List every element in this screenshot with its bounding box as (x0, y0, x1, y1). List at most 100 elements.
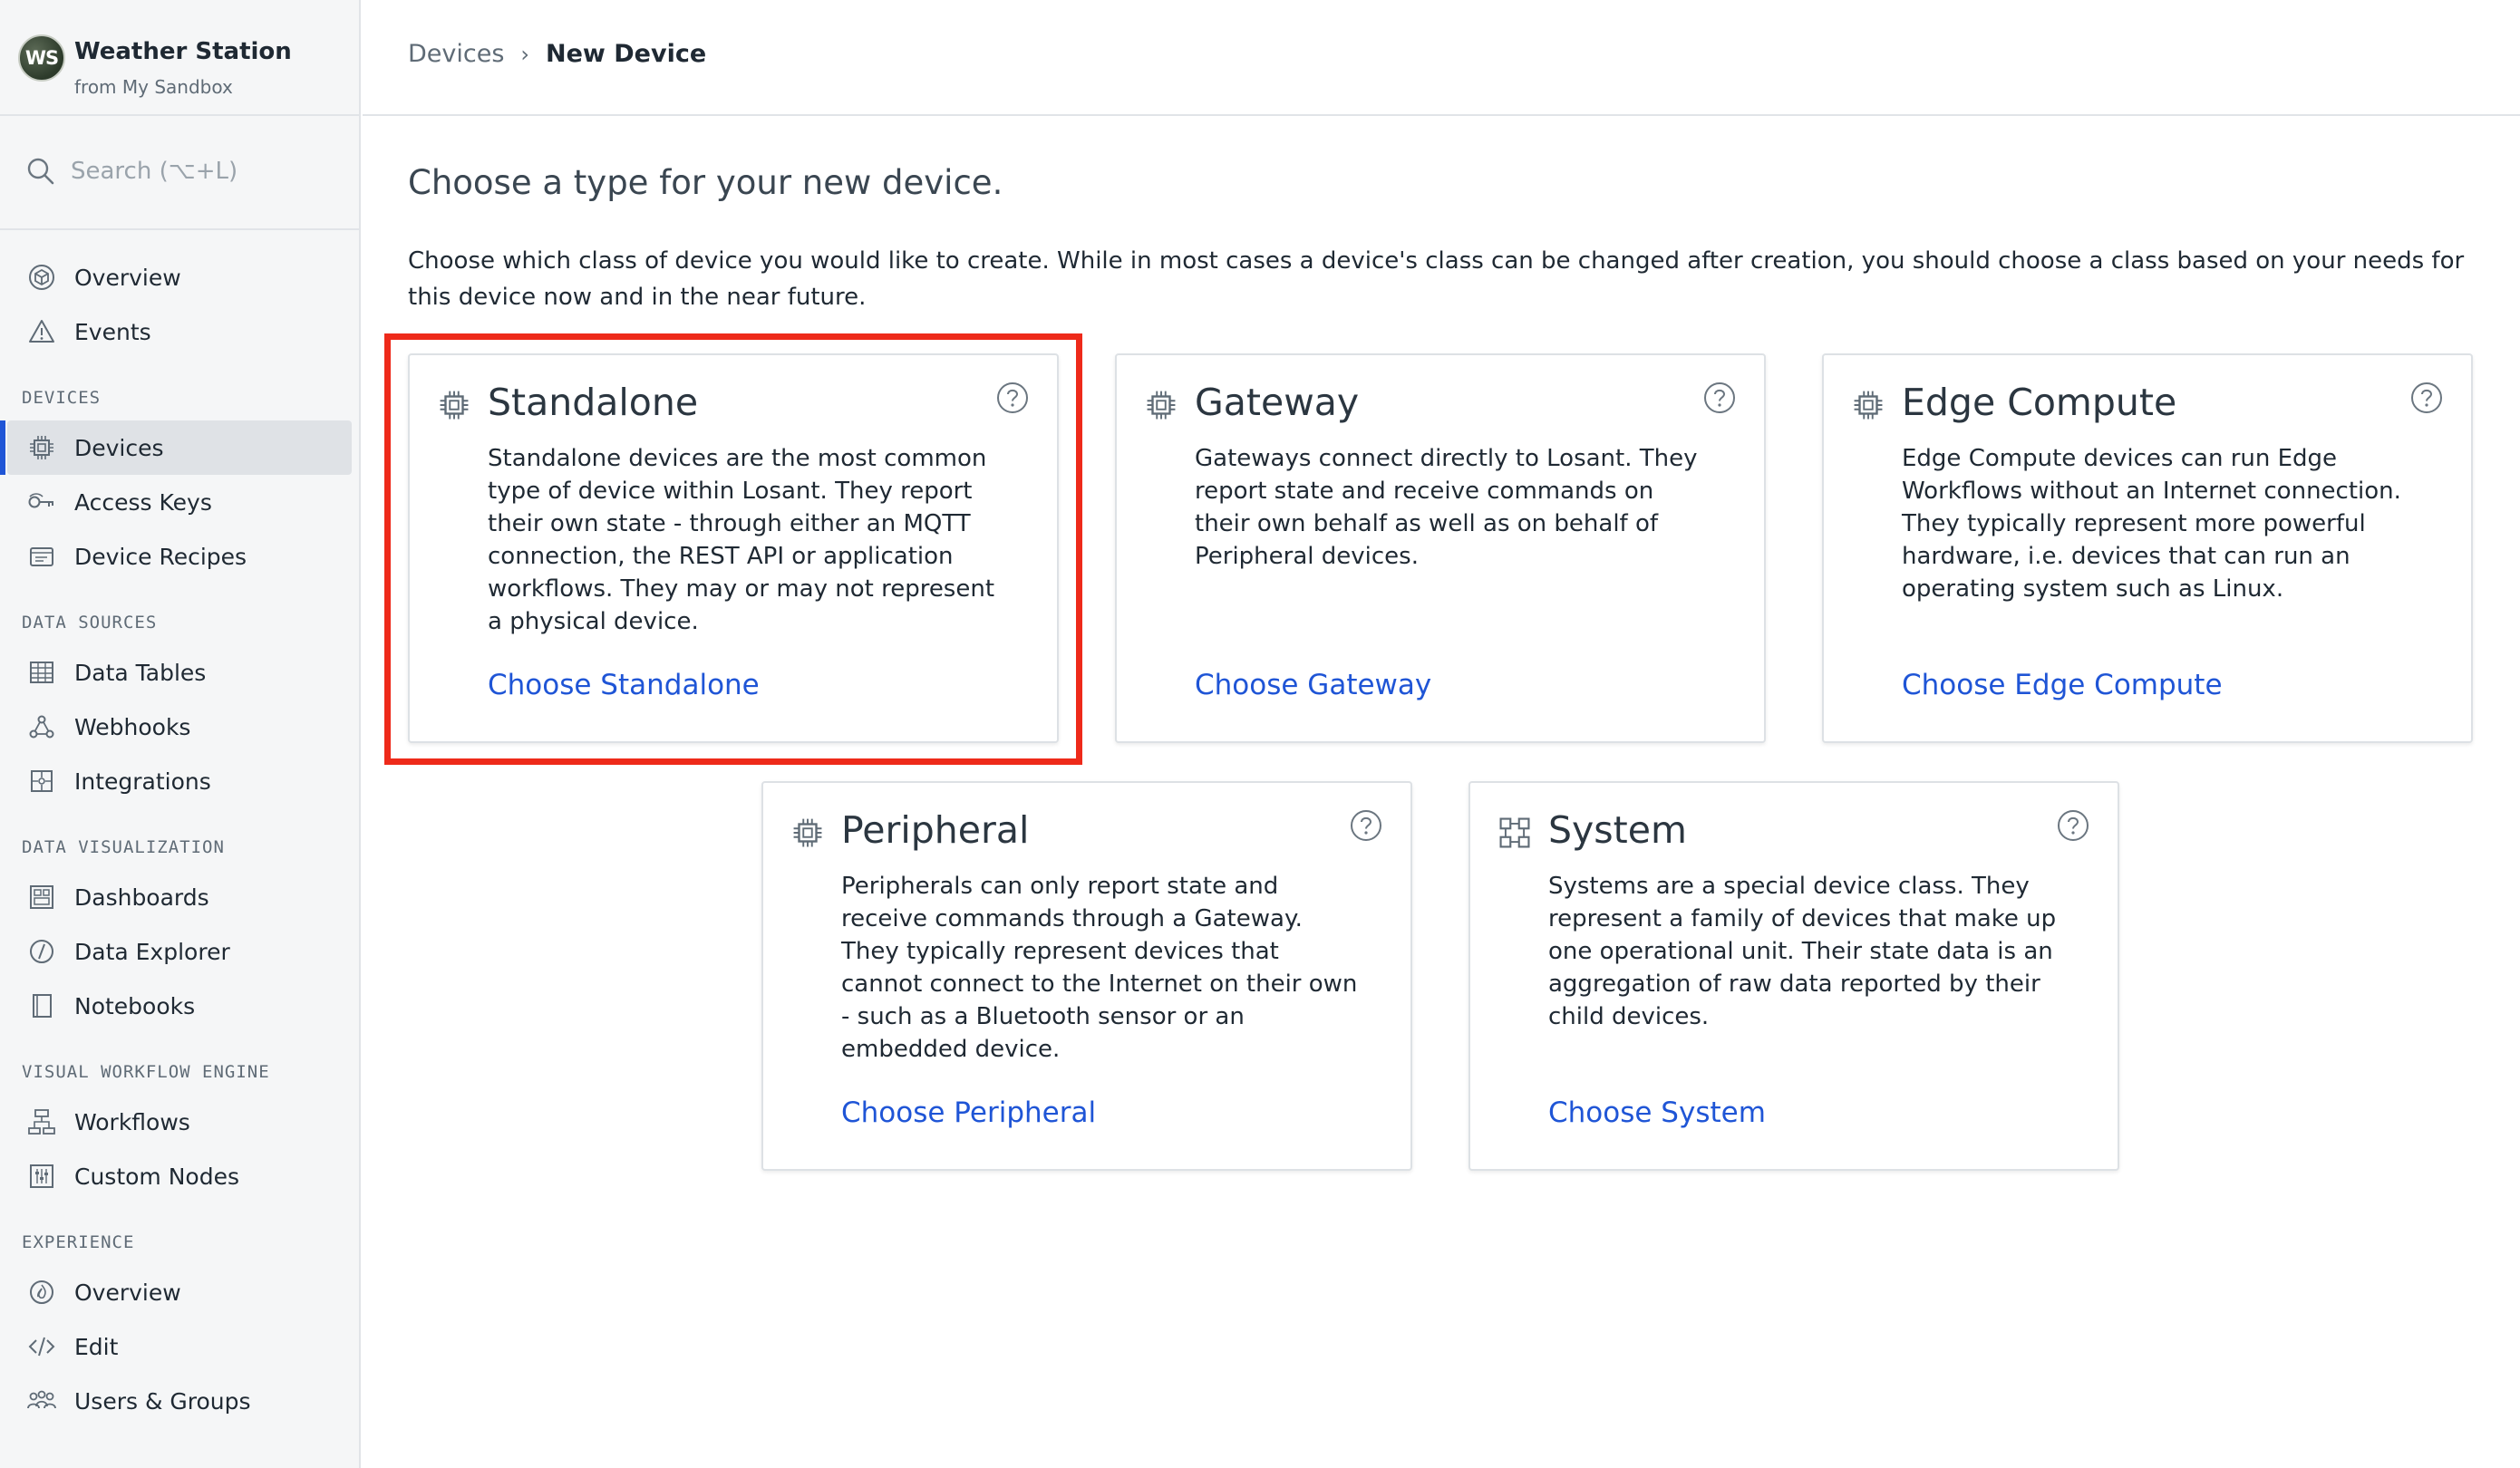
sidebar-item-experience-overview[interactable]: Overview (7, 1265, 352, 1319)
sidebar-item-label: Dashboards (74, 884, 209, 911)
top-bar: Devices › New Device (363, 0, 2520, 116)
sidebar-item-label: Users & Groups (74, 1387, 251, 1415)
choose-standalone-link[interactable]: Choose Standalone (488, 669, 760, 701)
nav-section-devices: DEVICES (22, 388, 102, 408)
sidebar-item-label: Overview (74, 1279, 181, 1306)
sidebar-item-devices[interactable]: Devices (0, 420, 352, 475)
chip-icon (790, 816, 825, 854)
card-title: System (1548, 808, 1687, 852)
breadcrumb-devices-link[interactable]: Devices (408, 40, 504, 68)
sidebar-item-label: Notebooks (74, 992, 196, 1019)
dashboard-icon (25, 881, 58, 913)
sidebar-item-dashboards[interactable]: Dashboards (7, 870, 352, 924)
page-title: Choose a type for your new device. (408, 163, 1003, 202)
sidebar-item-events[interactable]: Events (7, 304, 352, 359)
app-title[interactable]: Weather Station (74, 38, 292, 65)
app-subtitle: from My Sandbox (74, 76, 233, 98)
device-type-card-peripheral[interactable]: Peripheral Peripherals can only report s… (761, 781, 1412, 1171)
sidebar-item-data-tables[interactable]: Data Tables (7, 645, 352, 700)
device-type-card-standalone[interactable]: Standalone Standalone devices are the mo… (408, 353, 1059, 743)
nav-section-experience: EXPERIENCE (22, 1232, 135, 1252)
sidebar-item-label: Edit (74, 1333, 119, 1360)
compass-icon (25, 935, 58, 968)
sidebar-item-label: Data Tables (74, 659, 207, 686)
key-icon (25, 486, 58, 518)
help-icon[interactable] (1702, 381, 1737, 419)
recipe-icon (25, 540, 58, 573)
breadcrumb-current: New Device (546, 40, 707, 68)
sidebar-item-label: Access Keys (74, 488, 212, 516)
sidebar-item-label: Workflows (74, 1108, 190, 1135)
breadcrumb: Devices › New Device (408, 40, 706, 68)
card-description: Standalone devices are the most common t… (488, 445, 995, 635)
card-description: Gateways connect directly to Losant. The… (1195, 445, 1698, 570)
sidebar-item-users-groups[interactable]: Users & Groups (7, 1374, 352, 1428)
code-icon (25, 1330, 58, 1363)
app-header[interactable]: WS Weather Station from My Sandbox (0, 0, 359, 116)
table-icon (25, 656, 58, 689)
device-type-card-gateway[interactable]: Gateway Gateways connect directly to Los… (1115, 353, 1766, 743)
puzzle-icon (25, 765, 58, 797)
help-icon[interactable] (2056, 808, 2090, 846)
chip-icon (1144, 388, 1178, 426)
search-input[interactable]: Search (⌥+L) (71, 158, 237, 185)
card-title: Edge Compute (1902, 381, 2177, 424)
sidebar-item-custom-nodes[interactable]: Custom Nodes (7, 1149, 352, 1203)
flame-icon (25, 1276, 58, 1309)
card-title: Peripheral (841, 808, 1030, 852)
sidebar: WS Weather Station from My Sandbox Searc… (0, 0, 361, 1468)
choose-system-link[interactable]: Choose System (1548, 1096, 1766, 1129)
users-icon (25, 1385, 58, 1417)
search-bar[interactable]: Search (⌥+L) (0, 116, 359, 230)
app-avatar[interactable]: WS (18, 34, 65, 82)
nav-section-data-visualization: DATA VISUALIZATION (22, 837, 225, 857)
webhook-icon (25, 710, 58, 743)
sliders-icon (25, 1160, 58, 1193)
workflow-icon (25, 1106, 58, 1138)
device-type-card-edge-compute[interactable]: Edge Compute Edge Compute devices can ru… (1822, 353, 2473, 743)
card-description: Edge Compute devices can run Edge Workfl… (1902, 445, 2401, 603)
nav-section-visual-workflow-engine: VISUAL WORKFLOW ENGINE (22, 1062, 270, 1082)
main-content: Choose a type for your new device. Choos… (363, 118, 2520, 1468)
card-title: Gateway (1195, 381, 1360, 424)
warning-icon (25, 315, 58, 348)
card-description: Systems are a special device class. They… (1548, 873, 2057, 1030)
chip-icon (1851, 388, 1885, 426)
sidebar-item-access-keys[interactable]: Access Keys (7, 475, 352, 529)
sidebar-item-label: Overview (74, 264, 181, 291)
sidebar-item-data-explorer[interactable]: Data Explorer (7, 924, 352, 979)
help-icon[interactable] (995, 381, 1030, 419)
cube-icon (25, 261, 58, 294)
search-icon (25, 156, 56, 190)
sidebar-item-device-recipes[interactable]: Device Recipes (7, 529, 352, 584)
sidebar-item-overview[interactable]: Overview (7, 250, 352, 304)
sidebar-item-label: Devices (74, 434, 164, 461)
sidebar-nav: Overview Events DEVICES Devices Access K… (0, 230, 359, 1428)
sidebar-item-workflows[interactable]: Workflows (7, 1095, 352, 1149)
card-description: Peripherals can only report state and re… (841, 873, 1358, 1063)
sidebar-item-label: Device Recipes (74, 543, 247, 570)
help-icon[interactable] (2409, 381, 2444, 419)
chip-icon (437, 388, 471, 426)
sidebar-item-integrations[interactable]: Integrations (7, 754, 352, 808)
choose-edge-compute-link[interactable]: Choose Edge Compute (1902, 669, 2223, 701)
sidebar-item-edit[interactable]: Edit (7, 1319, 352, 1374)
help-icon[interactable] (1349, 808, 1383, 846)
page-description: Choose which class of device you would l… (408, 247, 2465, 311)
choose-gateway-link[interactable]: Choose Gateway (1195, 669, 1431, 701)
sidebar-item-label: Integrations (74, 768, 211, 795)
nav-section-data-sources: DATA SOURCES (22, 613, 158, 633)
breadcrumb-separator: › (520, 41, 530, 67)
choose-peripheral-link[interactable]: Choose Peripheral (841, 1096, 1096, 1129)
sidebar-item-label: Webhooks (74, 713, 191, 740)
card-title: Standalone (488, 381, 699, 424)
sidebar-item-label: Events (74, 318, 151, 345)
device-type-card-system[interactable]: System Systems are a special device clas… (1468, 781, 2119, 1171)
system-icon (1497, 816, 1532, 854)
sidebar-item-notebooks[interactable]: Notebooks (7, 979, 352, 1033)
notebook-icon (25, 990, 58, 1022)
sidebar-item-webhooks[interactable]: Webhooks (7, 700, 352, 754)
sidebar-item-label: Custom Nodes (74, 1163, 239, 1190)
chip-icon (25, 431, 58, 464)
sidebar-item-label: Data Explorer (74, 938, 230, 965)
